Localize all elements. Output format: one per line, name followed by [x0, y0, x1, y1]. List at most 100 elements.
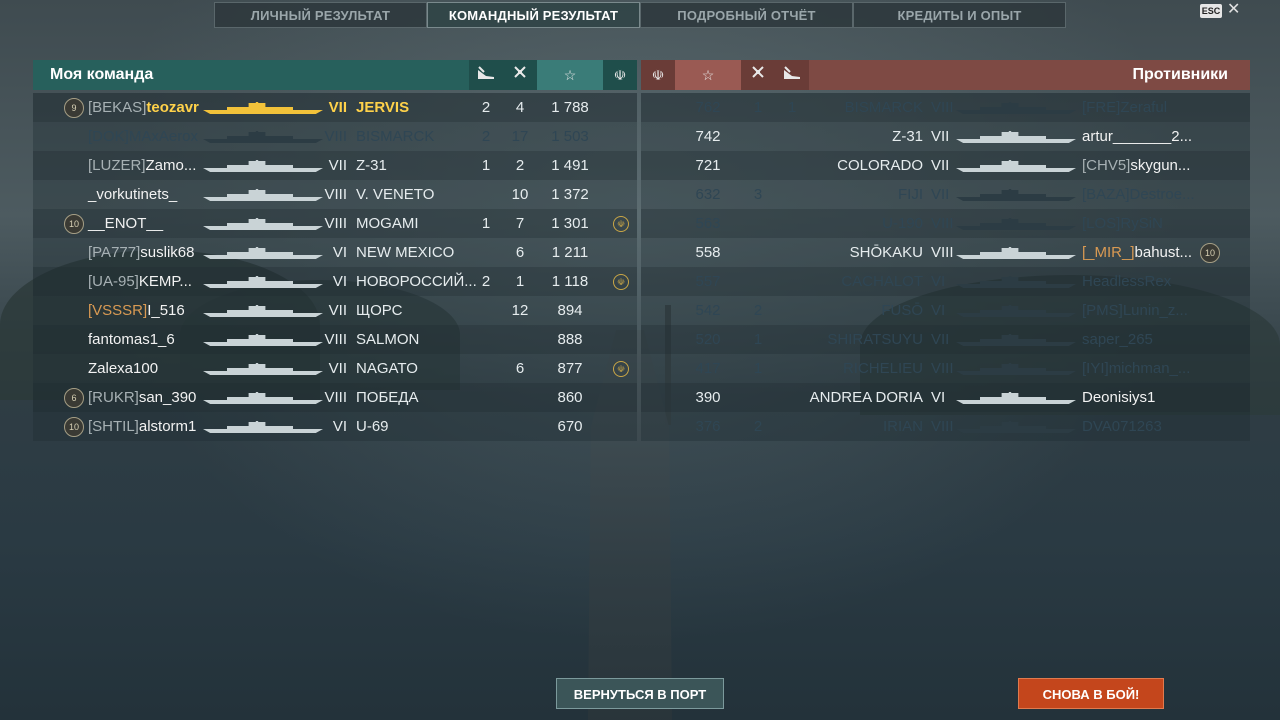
close-icon[interactable]: ✕: [1227, 1, 1240, 19]
ship-tier: VIII: [931, 244, 954, 261]
clan-tag: [CHV5]: [1082, 157, 1131, 174]
ship-name: U-69: [356, 418, 389, 435]
ship-name: MOGAMI: [356, 215, 419, 232]
base-xp-score: 520: [695, 331, 721, 348]
my-team-row[interactable]: [UA-95]KEMP... VI НОВОРОССИЙ... 2 1 1 118 ☫: [33, 267, 637, 296]
base-xp-score: 742: [695, 128, 721, 145]
player-name: KEMP...: [138, 273, 192, 290]
achievement-medal-icon: ☫: [613, 361, 629, 377]
player-name: DVA071263: [1082, 418, 1162, 435]
ship-tier: VI: [931, 389, 946, 406]
enemy-team-row[interactable]: 557 CACHALOT VI HeadlessRex: [641, 267, 1250, 296]
my-team-row[interactable]: 6 [RUKR]san_390 VIII ПОБЕДА 860: [33, 383, 637, 412]
player-name: Deonisiys1: [1082, 389, 1156, 406]
plane-kills: 1: [753, 331, 763, 348]
ship-tier: VIII: [324, 215, 347, 232]
base-xp-score: 558: [695, 244, 721, 261]
enemy-team-row[interactable]: 390 ANDREA DORIA VI Deonisiys1: [641, 383, 1250, 412]
base-xp-score: 670: [557, 418, 583, 435]
enemy-team-row[interactable]: 762 1 1 BISMARCK VIII [FRE]Zeraful: [641, 93, 1250, 122]
clan-tag: [SHTIL]: [88, 418, 139, 435]
my-team-row[interactable]: [DOK]MAxAerox VIII BISMARCK 2 17 1 503: [33, 122, 637, 151]
ship-name: SHŌKAKU: [849, 244, 923, 261]
my-team-row[interactable]: [LUZER]Zamo... VII Z-31 1 2 1 491: [33, 151, 637, 180]
plane-kills: 2: [753, 302, 763, 319]
tab-personal-result[interactable]: ЛИЧНЫЙ РЕЗУЛЬТАТ: [214, 2, 427, 28]
my-team-row[interactable]: _vorkutinets_ VIII V. VENETO 10 1 372: [33, 180, 637, 209]
ship-tier: VIII: [324, 389, 347, 406]
clan-tag: [PA777]: [88, 244, 141, 261]
battle-again-button[interactable]: СНОВА В БОЙ!: [1018, 678, 1164, 709]
ship-name: ЩОРС: [356, 302, 403, 319]
player-name: Zalexa100: [88, 360, 159, 377]
ship-tier: VI: [931, 302, 946, 319]
achievement-medal-icon: ☫: [613, 216, 629, 232]
my-team-row[interactable]: Zalexa100 VII NAGATO 6 877 ☫: [33, 354, 637, 383]
plane-kills: 4: [515, 99, 525, 116]
my-team-row[interactable]: 10 [SHTIL]alstorm1 VI U-69 670: [33, 412, 637, 441]
base-xp-score: 1 491: [551, 157, 589, 174]
plane-kills: 2: [515, 157, 525, 174]
ship-name: JERVIS: [356, 99, 410, 116]
base-xp-score: 1 118: [551, 273, 589, 290]
base-xp-score: 417: [695, 360, 721, 377]
tab-credits-xp[interactable]: КРЕДИТЫ И ОПЫТ: [853, 2, 1066, 28]
service-record-badge: 10: [64, 417, 84, 437]
my-team-row[interactable]: [PA777]suslik68 VI NEW MEXICO 6 1 211: [33, 238, 637, 267]
enemy-team-row[interactable]: 721 COLORADO VII [CHV5]skygun...: [641, 151, 1250, 180]
ship-name: FUSŌ: [881, 302, 923, 319]
clan-tag: [FRE]: [1082, 99, 1121, 116]
ship-name: NAGATO: [356, 360, 418, 377]
service-record-badge: 10: [1200, 243, 1220, 263]
plane-kills: 1: [515, 273, 525, 290]
my-team-row[interactable]: [VSSSR]I_516 VII ЩОРС 12 894: [33, 296, 637, 325]
my-team-row[interactable]: 9 [BEKAS]teozavr VII JERVIS 2 4 1 788: [33, 93, 637, 122]
ship-name: CACHALOT: [841, 273, 923, 290]
clan-tag: [BEKAS]: [88, 99, 147, 116]
ship-name: BISMARCK: [356, 128, 435, 145]
player-name: Zeraful: [1120, 99, 1168, 116]
ship-tier: VIII: [931, 418, 954, 435]
player-name: saper_265: [1082, 331, 1153, 348]
ship-name: IRIAN: [882, 418, 923, 435]
plane-kills: 12: [511, 302, 529, 319]
enemy-team-row[interactable]: 376 2 IRIAN VIII DVA071263: [641, 412, 1250, 441]
ship-kills: 1: [481, 215, 491, 232]
my-team-row[interactable]: 10 __ENOT__ VIII MOGAMI 1 7 1 301 ☫: [33, 209, 637, 238]
enemy-team-row[interactable]: 542 2 FUSŌ VI [PMS]Lunin_z...: [641, 296, 1250, 325]
plane-kills: 2: [753, 418, 763, 435]
tab-team-result[interactable]: КОМАНДНЫЙ РЕЗУЛЬТАТ: [427, 2, 640, 28]
base-xp-score: 1 503: [551, 128, 589, 145]
enemy-team-row[interactable]: 417 1 RICHELIEU VIII [IYI]michman_...: [641, 354, 1250, 383]
player-name: HeadlessRex: [1082, 273, 1172, 290]
player-name: bahust...: [1134, 244, 1193, 261]
player-name: Destroe...: [1129, 186, 1195, 203]
base-xp-score: 877: [557, 360, 583, 377]
clan-tag: [VSSSR]: [88, 302, 148, 319]
enemy-team-row[interactable]: 632 3 FIJI VII [BAZA]Destroe...: [641, 180, 1250, 209]
base-xp-score: 632: [695, 186, 721, 203]
service-record-badge: 10: [64, 214, 84, 234]
service-record-badge: 9: [64, 98, 84, 118]
ship-tier: VI: [332, 244, 347, 261]
ship-tier: VII: [328, 99, 347, 116]
star-icon: ☆: [675, 60, 741, 90]
my-team-row[interactable]: fantomas1_6 VIII SALMON 888: [33, 325, 637, 354]
ship-name: NEW MEXICO: [356, 244, 455, 261]
return-to-port-button[interactable]: ВЕРНУТЬСЯ В ПОРТ: [556, 678, 724, 709]
base-xp-score: 721: [695, 157, 721, 174]
ship-tier: VII: [328, 302, 347, 319]
ship-name: U-190: [882, 215, 923, 232]
ship-kills: 2: [481, 128, 491, 145]
base-xp-score: 542: [695, 302, 721, 319]
esc-key-hint[interactable]: ESC: [1200, 4, 1222, 18]
ship-tier: VIII: [324, 186, 347, 203]
enemy-team-row[interactable]: 742 Z-31 VII artur_______2...: [641, 122, 1250, 151]
enemy-team-row[interactable]: 563 U-190 VIII [LOS]RySiN: [641, 209, 1250, 238]
clan-tag: [UA-95]: [88, 273, 139, 290]
ship-tier: VII: [328, 360, 347, 377]
tab-detailed-report[interactable]: ПОДРОБНЫЙ ОТЧЁТ: [640, 2, 853, 28]
enemy-team-row[interactable]: 558 SHŌKAKU VIII [_MIR_]bahust... 10: [641, 238, 1250, 267]
plane-kills: 6: [515, 244, 525, 261]
enemy-team-row[interactable]: 520 1 SHIRATSUYU VII saper_265: [641, 325, 1250, 354]
